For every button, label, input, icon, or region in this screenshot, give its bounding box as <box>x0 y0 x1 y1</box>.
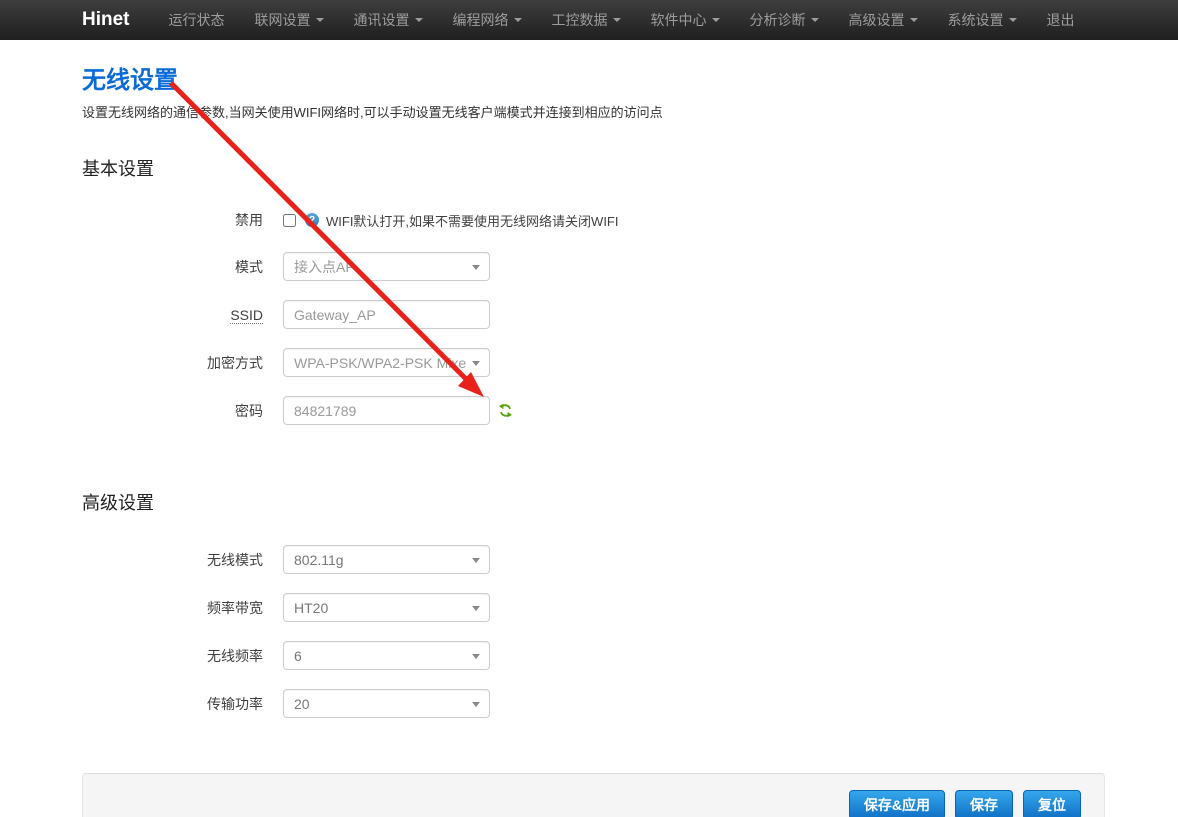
encryption-row: 加密方式 WPA-PSK/WPA2-PSK Mixed Mode <box>82 348 1105 377</box>
disable-checkbox[interactable] <box>283 214 296 227</box>
password-label: 密码 <box>82 401 263 421</box>
wireless-mode-label: 无线模式 <box>82 550 263 570</box>
caret-down-icon <box>472 654 480 659</box>
disable-label: 禁用 <box>82 210 263 230</box>
mode-select[interactable]: 接入点AP <box>283 252 490 281</box>
disable-row: 禁用 ? WIFI默认打开,如果不需要使用无线网络请关闭WIFI <box>82 210 1105 230</box>
bandwidth-label: 频率带宽 <box>82 598 263 618</box>
caret-down-icon <box>472 558 480 563</box>
nav-item-analysis-diagnosis[interactable]: 分析诊断 <box>735 0 834 40</box>
page-subtitle: 设置无线网络的通信参数,当网关使用WIFI网络时,可以手动设置无线客户端模式并连… <box>82 102 1105 121</box>
nav-item-software-center[interactable]: 软件中心 <box>636 0 735 40</box>
save-button[interactable]: 保存 <box>955 790 1013 817</box>
nav-item-system-settings[interactable]: 系统设置 <box>933 0 1032 40</box>
save-apply-button[interactable]: 保存&应用 <box>849 790 945 817</box>
wireless-mode-select[interactable]: 802.11g <box>283 545 490 574</box>
nav-item-industrial-data[interactable]: 工控数据 <box>537 0 636 40</box>
caret-down-icon <box>1009 18 1017 22</box>
caret-down-icon <box>514 18 522 22</box>
advanced-settings-area: 高级设置 无线模式 802.11g 频率带宽 HT20 无线频率 6 传输功率 <box>82 489 1105 718</box>
caret-down-icon <box>316 18 324 22</box>
basic-settings-heading: 基本设置 <box>82 155 1105 181</box>
bandwidth-select[interactable]: HT20 <box>283 593 490 622</box>
wireless-mode-row: 无线模式 802.11g <box>82 545 1105 574</box>
ssid-label: SSID <box>82 307 263 323</box>
nav-item-programming-network[interactable]: 编程网络 <box>438 0 537 40</box>
caret-down-icon <box>472 702 480 707</box>
caret-down-icon <box>712 18 720 22</box>
mode-label: 模式 <box>82 257 263 277</box>
nav-item-network-settings[interactable]: 联网设置 <box>240 0 339 40</box>
nav-item-advanced-settings[interactable]: 高级设置 <box>834 0 933 40</box>
nav-item-communication-settings[interactable]: 通讯设置 <box>339 0 438 40</box>
advanced-settings-heading: 高级设置 <box>82 489 1105 515</box>
caret-down-icon <box>910 18 918 22</box>
refresh-password-icon[interactable] <box>498 403 513 418</box>
channel-select[interactable]: 6 <box>283 641 490 670</box>
password-input[interactable] <box>283 396 490 425</box>
encryption-select[interactable]: WPA-PSK/WPA2-PSK Mixed Mode <box>283 348 490 377</box>
channel-row: 无线频率 6 <box>82 641 1105 670</box>
encryption-label: 加密方式 <box>82 353 263 373</box>
bandwidth-row: 频率带宽 HT20 <box>82 593 1105 622</box>
tx-power-label: 传输功率 <box>82 694 263 714</box>
reset-button[interactable]: 复位 <box>1023 790 1081 817</box>
page-title: 无线设置 <box>82 60 1105 95</box>
wifi-hint-text: WIFI默认打开,如果不需要使用无线网络请关闭WIFI <box>326 211 618 230</box>
mode-row: 模式 接入点AP <box>82 252 1105 281</box>
nav-item-run-status[interactable]: 运行状态 <box>154 0 240 40</box>
main-menu: 运行状态 联网设置 通讯设置 编程网络 工控数据 软件中心 分析诊断 高级设置 … <box>154 0 1090 40</box>
tx-power-row: 传输功率 20 <box>82 689 1105 718</box>
password-row: 密码 <box>82 396 1105 425</box>
caret-down-icon <box>613 18 621 22</box>
nav-item-logout[interactable]: 退出 <box>1032 0 1090 40</box>
channel-label: 无线频率 <box>82 646 263 666</box>
caret-down-icon <box>811 18 819 22</box>
main-content: 无线设置 设置无线网络的通信参数,当网关使用WIFI网络时,可以手动设置无线客户… <box>82 60 1105 817</box>
ssid-row: SSID <box>82 300 1105 329</box>
action-bar: 保存&应用 保存 复位 <box>82 773 1105 817</box>
tx-power-select[interactable]: 20 <box>283 689 490 718</box>
ssid-input[interactable] <box>283 300 490 329</box>
caret-down-icon <box>472 265 480 270</box>
caret-down-icon <box>472 606 480 611</box>
caret-down-icon <box>415 18 423 22</box>
brand-logo[interactable]: Hinet <box>82 9 130 31</box>
help-icon: ? <box>305 213 319 227</box>
top-navbar: Hinet 运行状态 联网设置 通讯设置 编程网络 工控数据 软件中心 分析诊断… <box>0 0 1178 40</box>
caret-down-icon <box>472 361 480 366</box>
